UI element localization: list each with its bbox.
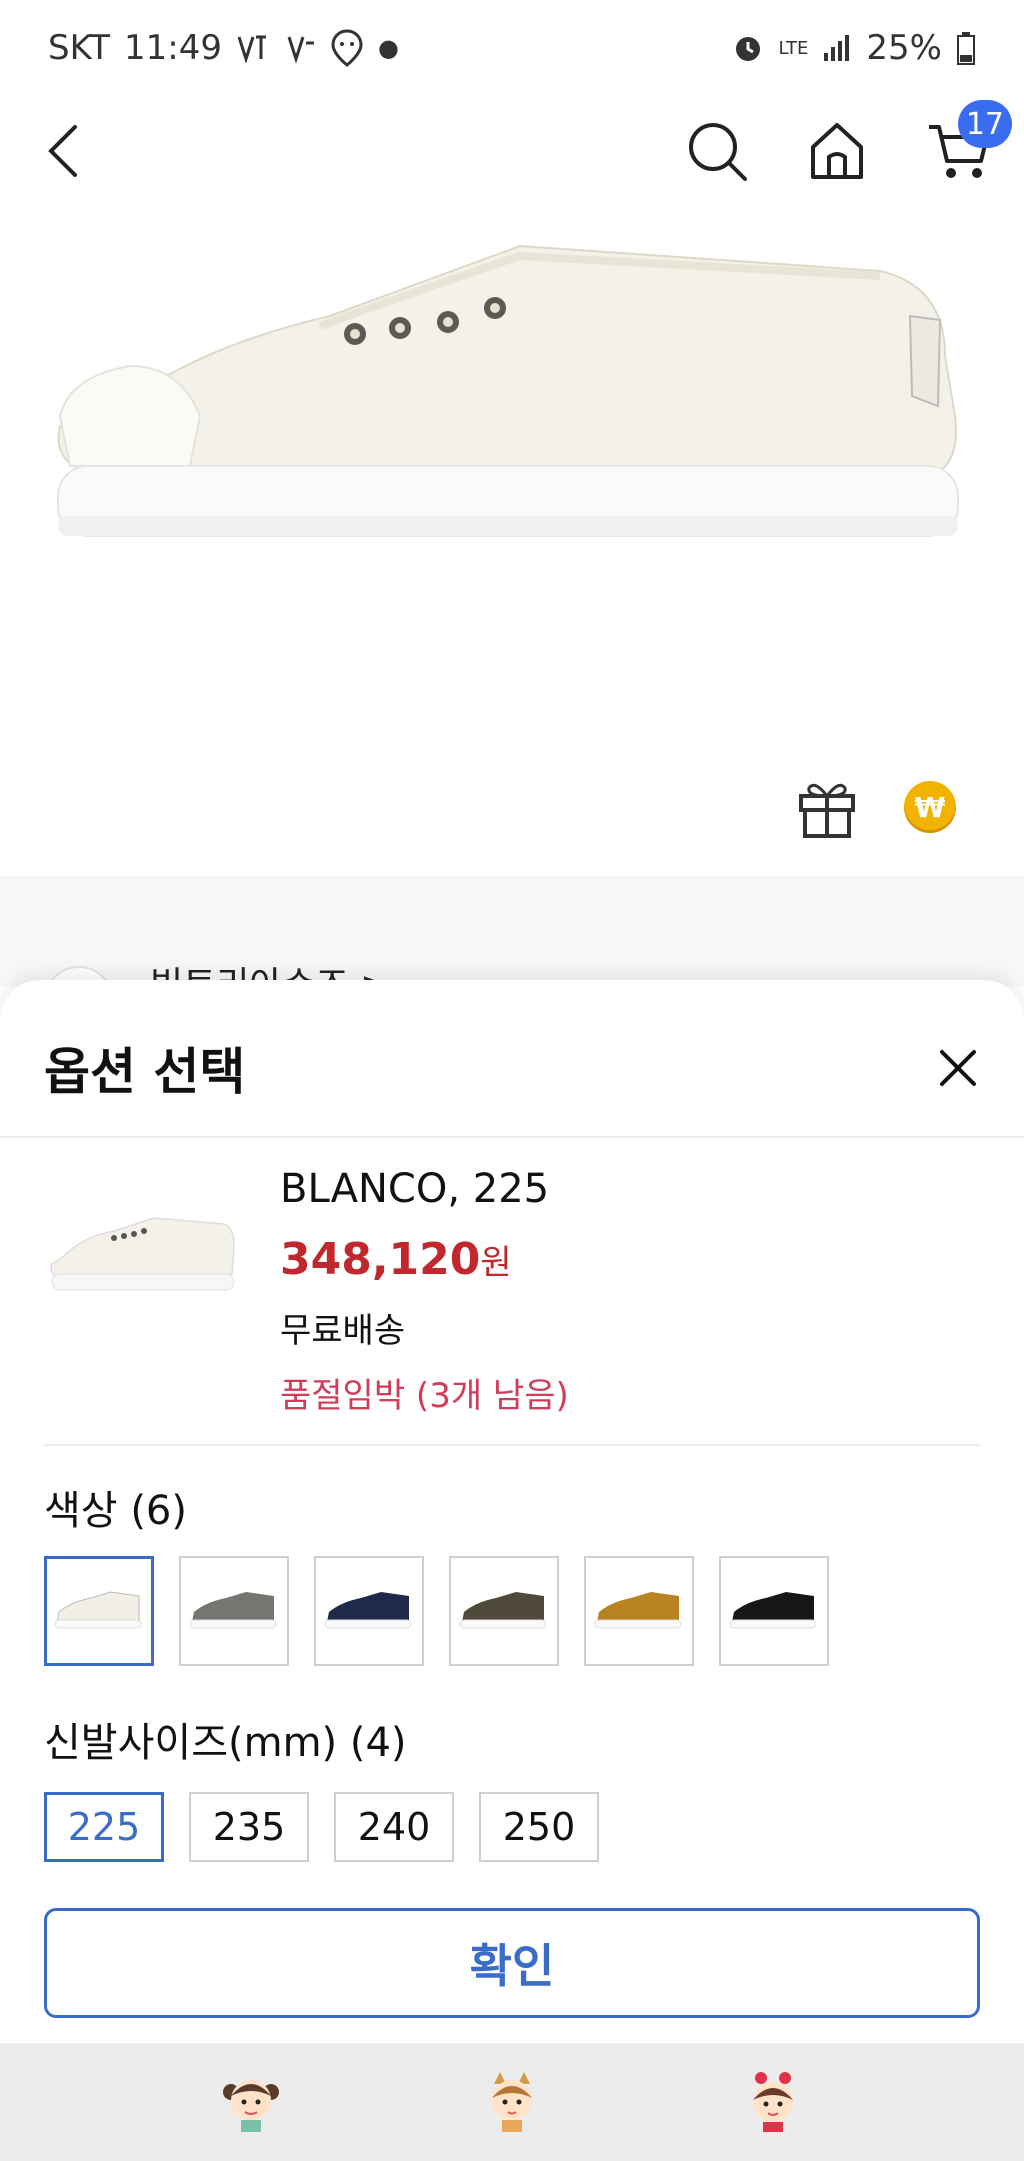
option-sheet: 옵션 선택 BLANCO, 225 348,120원 무료배송 품절임박 (3개… bbox=[0, 980, 1024, 2043]
size-section-label: 신발사이즈(mm) (4) bbox=[44, 1720, 407, 1766]
sheet-header: 옵션 선택 bbox=[0, 980, 1024, 1138]
avatar-girl-bow-icon[interactable] bbox=[739, 2068, 807, 2136]
top-nav: 17 bbox=[0, 96, 1024, 216]
color-swatch-6[interactable] bbox=[719, 1556, 829, 1666]
shipping-label: 무료배송 bbox=[280, 1311, 406, 1351]
size-option-235[interactable]: 235 bbox=[189, 1792, 309, 1862]
color-swatch-2[interactable] bbox=[179, 1556, 289, 1666]
color-section-label: 색상 (6) bbox=[44, 1488, 187, 1534]
search-button[interactable] bbox=[672, 106, 762, 196]
product-price: 348,120원 bbox=[280, 1234, 569, 1285]
dot-icon: ● bbox=[378, 34, 399, 62]
product-hero-image: ₩ bbox=[0, 216, 1024, 876]
bottom-navigation bbox=[0, 2043, 1024, 2161]
color-swatches bbox=[44, 1556, 829, 1666]
signal-icon bbox=[822, 28, 852, 68]
swatch-shoe-1 bbox=[54, 1591, 142, 1629]
battery-icon bbox=[956, 28, 976, 68]
cart-button[interactable]: 17 bbox=[914, 100, 1012, 196]
cart-count-badge: 17 bbox=[957, 100, 1012, 148]
swatch-shoe-6 bbox=[729, 1592, 817, 1629]
home-button[interactable] bbox=[792, 106, 882, 196]
color-swatch-3[interactable] bbox=[314, 1556, 424, 1666]
confirm-button[interactable]: 확인 bbox=[44, 1908, 980, 2018]
avatar-girl-cat-ears-icon[interactable] bbox=[478, 2068, 546, 2136]
size-option-250[interactable]: 250 bbox=[479, 1792, 599, 1862]
home-icon bbox=[811, 123, 863, 179]
close-icon bbox=[940, 1050, 976, 1086]
swatch-shoe-2 bbox=[189, 1592, 277, 1629]
close-button[interactable] bbox=[928, 1038, 988, 1098]
selected-product: BLANCO, 225 348,120원 무료배송 품절임박 (3개 남음) bbox=[44, 1166, 980, 1446]
coin-icon[interactable]: ₩ bbox=[904, 781, 956, 833]
face-icon bbox=[330, 28, 364, 68]
lte-label: LTE bbox=[778, 37, 809, 59]
price-value: 348,120 bbox=[280, 1234, 481, 1285]
size-option-225[interactable]: 225 bbox=[44, 1792, 164, 1862]
search-icon bbox=[689, 123, 747, 181]
volte2-icon bbox=[286, 28, 316, 68]
swatch-shoe-5 bbox=[594, 1592, 682, 1629]
gift-icon[interactable] bbox=[790, 770, 864, 844]
status-left: SKT 11:49 ● bbox=[48, 28, 399, 68]
product-name: BLANCO, 225 bbox=[280, 1166, 550, 1212]
currency-label: 원 bbox=[480, 1243, 512, 1283]
back-button[interactable] bbox=[18, 106, 108, 196]
page-behind-sheet: 빅토리아슈즈 > bbox=[0, 876, 1024, 1036]
product-thumbnail bbox=[44, 1196, 244, 1316]
swatch-shoe-4 bbox=[459, 1592, 547, 1629]
avatar-girl-pigtails-icon[interactable] bbox=[217, 2068, 285, 2136]
size-options: 225 235 240 250 bbox=[44, 1792, 599, 1862]
hero-actions: ₩ bbox=[790, 770, 956, 844]
time-label: 11:49 bbox=[124, 28, 222, 68]
volte-icon bbox=[236, 28, 272, 68]
swatch-shoe-3 bbox=[324, 1592, 412, 1629]
color-swatch-5[interactable] bbox=[584, 1556, 694, 1666]
battery-label: 25% bbox=[866, 28, 942, 68]
color-swatch-1[interactable] bbox=[44, 1556, 154, 1666]
size-option-240[interactable]: 240 bbox=[334, 1792, 454, 1862]
status-right: LTE 25% bbox=[731, 28, 977, 68]
status-bar: SKT 11:49 ● LTE 25% bbox=[0, 0, 1024, 96]
carrier-label: SKT bbox=[48, 28, 111, 68]
product-info: BLANCO, 225 348,120원 무료배송 품절임박 (3개 남음) bbox=[280, 1166, 569, 1417]
alarm-icon bbox=[731, 28, 765, 68]
chevron-left-icon bbox=[48, 125, 77, 177]
stock-warning: 품절임박 (3개 남음) bbox=[280, 1376, 569, 1416]
color-swatch-4[interactable] bbox=[449, 1556, 559, 1666]
shoe-image bbox=[57, 244, 959, 537]
sheet-title: 옵션 선택 bbox=[44, 1043, 246, 1101]
